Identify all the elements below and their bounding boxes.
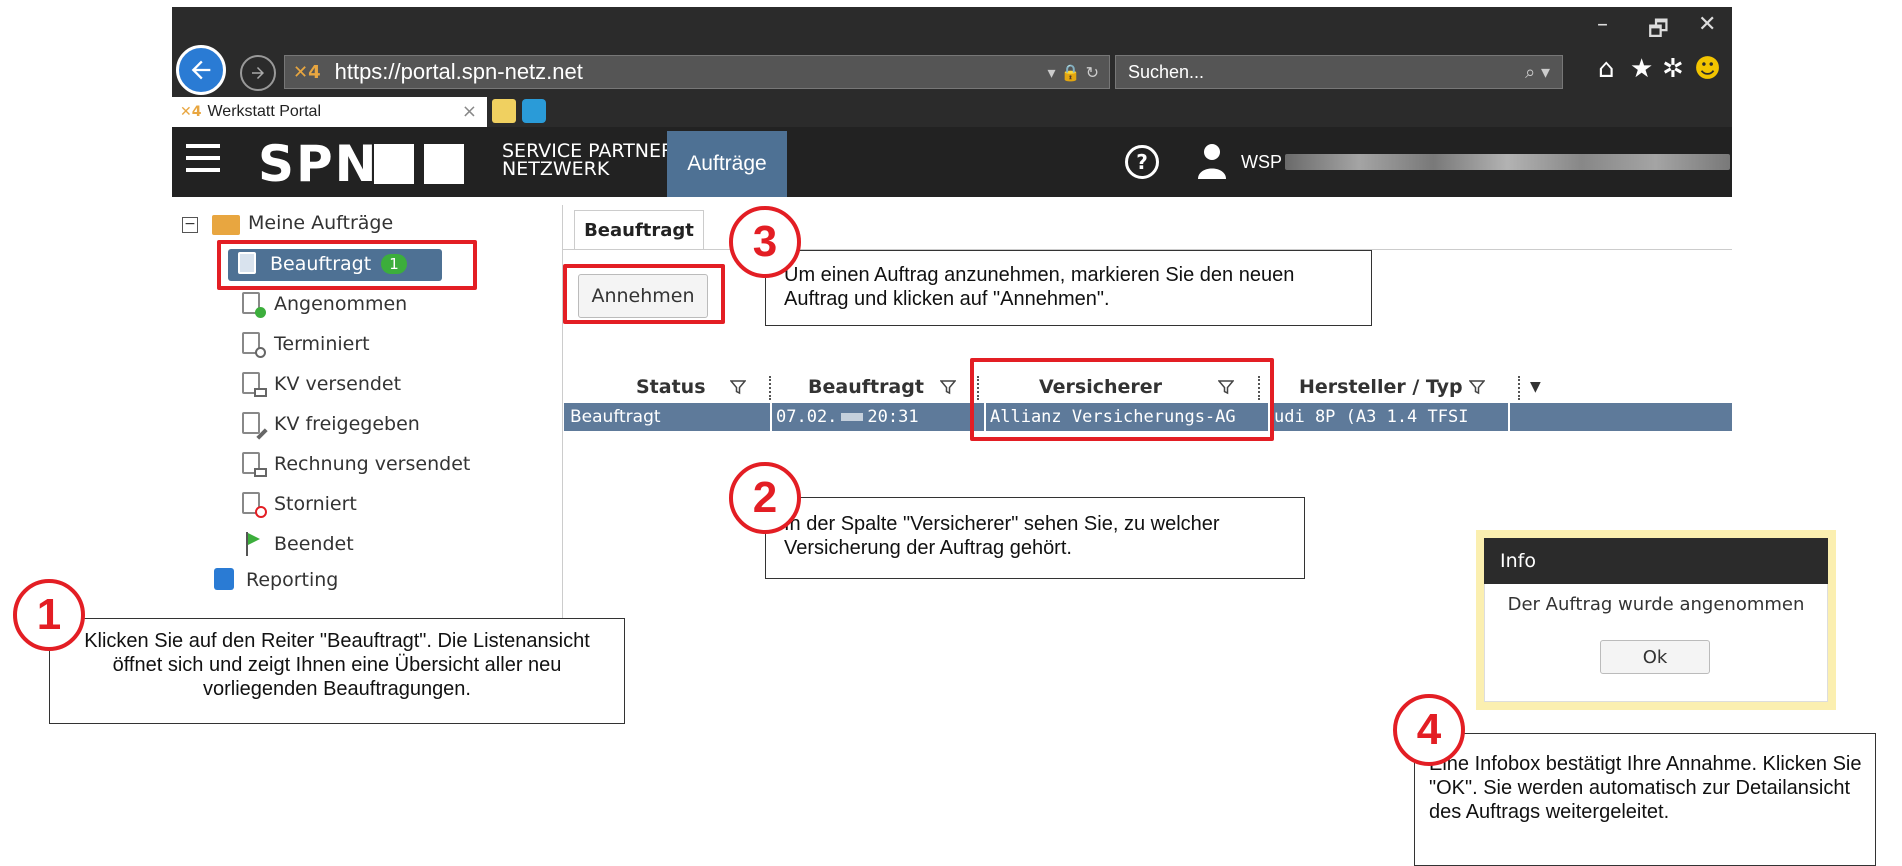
redacted-date bbox=[841, 413, 864, 421]
column-header-hersteller-typ[interactable]: Hersteller / Typ bbox=[1299, 372, 1485, 402]
cell-empty bbox=[1508, 403, 1732, 431]
arrow-right-icon bbox=[252, 67, 264, 79]
book-icon bbox=[214, 568, 236, 592]
cell-status: Beauftragt bbox=[570, 407, 661, 427]
column-header-status[interactable]: Status bbox=[636, 372, 746, 402]
filter-icon[interactable] bbox=[729, 379, 746, 395]
dialog-title: Info bbox=[1484, 538, 1828, 584]
annotation-step3: Um einen Auftrag anzunehmen, markieren S… bbox=[765, 250, 1372, 326]
column-header-label: Hersteller / Typ bbox=[1299, 376, 1463, 398]
back-button[interactable] bbox=[176, 45, 226, 95]
arrow-left-icon bbox=[191, 60, 211, 80]
settings-gear-icon[interactable]: ✲ bbox=[1662, 54, 1684, 84]
ok-button[interactable]: Ok bbox=[1600, 640, 1710, 674]
document-mail-icon bbox=[242, 372, 267, 397]
hamburger-menu-icon[interactable] bbox=[186, 144, 220, 174]
tab-beauftragt[interactable]: Beauftragt bbox=[574, 210, 704, 250]
browser-tab-werkstatt-portal[interactable]: ✕4 Werkstatt Portal × bbox=[172, 97, 487, 127]
search-input[interactable]: Suchen... ⌕ ▾ bbox=[1115, 55, 1563, 89]
logo-square bbox=[424, 144, 464, 184]
logo-sub-line2: NETZWERK bbox=[502, 158, 610, 180]
tab-title: Werkstatt Portal bbox=[207, 103, 321, 120]
sidebar-item-label: Terminiert bbox=[274, 333, 370, 355]
step-number-3: 3 bbox=[729, 206, 801, 278]
sidebar-item-label: Rechnung versendet bbox=[274, 453, 471, 475]
sidebar-item-terminiert[interactable]: Terminiert bbox=[242, 332, 370, 358]
sidebar-item-kv-versendet[interactable]: KV versendet bbox=[242, 372, 402, 397]
redacted-user-info bbox=[1285, 154, 1730, 170]
nav-auftraege[interactable]: Aufträge bbox=[667, 131, 787, 197]
column-menu-chevron-down-icon[interactable]: ▼ bbox=[1530, 372, 1541, 402]
new-tab-button[interactable] bbox=[492, 99, 516, 123]
logo-text: SPN bbox=[258, 135, 379, 193]
filter-icon[interactable] bbox=[1468, 379, 1485, 395]
column-separator[interactable] bbox=[1518, 376, 1520, 400]
annotation-step4: Eine Infobox bestätigt Ihre Annahme. Kli… bbox=[1414, 733, 1876, 866]
user-icon[interactable] bbox=[1197, 143, 1227, 179]
flag-icon bbox=[242, 532, 264, 556]
document-mail-icon bbox=[242, 452, 267, 477]
column-header-beauftragt[interactable]: Beauftragt bbox=[808, 372, 956, 402]
step-number-4: 4 bbox=[1393, 694, 1465, 766]
sidebar-item-kv-freigegeben[interactable]: KV freigegeben bbox=[242, 412, 420, 440]
cell-hersteller-typ: udi 8P (A3 1.4 TFSI bbox=[1268, 403, 1508, 431]
tree-root-label: Meine Aufträge bbox=[248, 212, 394, 234]
highlight-beauftragt bbox=[217, 240, 477, 290]
sidebar-item-beendet[interactable]: Beendet bbox=[242, 532, 354, 556]
cell-beauftragt: 07.02. 20:31 bbox=[770, 403, 968, 431]
url-text: https://portal.spn-netz.net bbox=[334, 59, 583, 84]
sidebar-item-storniert[interactable]: Storniert bbox=[242, 492, 357, 518]
sidebar-item-label: Angenommen bbox=[274, 293, 408, 315]
address-bar[interactable]: ✕4 https://portal.spn-netz.net ▾ 🔒 ↻ bbox=[284, 55, 1110, 89]
logo-subtitle: SERVICE PARTNER NETZWERK bbox=[502, 142, 674, 180]
smiley-feedback-icon[interactable]: ☻ bbox=[1694, 54, 1721, 84]
document-check-icon bbox=[242, 292, 266, 318]
tree-item-reporting[interactable]: Reporting bbox=[214, 568, 338, 592]
step-number-1: 1 bbox=[13, 579, 85, 651]
cell-date: 07.02. bbox=[776, 407, 838, 427]
column-header-label: Status bbox=[636, 376, 706, 398]
annotation-step1: Klicken Sie auf den Reiter "Beauftragt".… bbox=[49, 618, 625, 724]
logo-square bbox=[374, 144, 414, 184]
filter-icon[interactable] bbox=[939, 379, 956, 395]
document-edit-icon bbox=[242, 412, 268, 440]
home-icon[interactable]: ⌂ bbox=[1598, 54, 1615, 84]
tab-close-icon[interactable]: × bbox=[462, 101, 477, 122]
step-number-2: 2 bbox=[729, 462, 801, 534]
favorites-star-icon[interactable]: ★ bbox=[1630, 54, 1653, 84]
document-cancel-icon bbox=[242, 492, 267, 518]
user-name[interactable]: WSP bbox=[1241, 152, 1282, 173]
document-clock-icon bbox=[242, 332, 266, 358]
tree-item-label: Reporting bbox=[246, 569, 339, 591]
search-icon: ⌕ ▾ bbox=[1525, 61, 1550, 83]
close-button[interactable]: ✕ bbox=[1698, 12, 1716, 37]
sidebar-item-label: Storniert bbox=[274, 493, 357, 515]
sidebar-item-label: KV versendet bbox=[274, 373, 402, 395]
edge-icon[interactable] bbox=[522, 99, 546, 123]
highlight-versicherer bbox=[970, 358, 1274, 441]
sidebar-item-label: KV freigegeben bbox=[274, 413, 420, 435]
annotation-step2: In der Spalte "Versicherer" sehen Sie, z… bbox=[765, 497, 1305, 579]
folder-icon bbox=[212, 215, 240, 235]
help-icon[interactable]: ? bbox=[1125, 145, 1159, 179]
search-placeholder: Suchen... bbox=[1128, 61, 1205, 82]
restore-button[interactable]: 🗗 bbox=[1648, 12, 1669, 50]
collapse-toggle-icon[interactable]: − bbox=[182, 217, 198, 233]
minimize-button[interactable]: – bbox=[1597, 12, 1608, 37]
address-bar-icons: ▾ 🔒 ↻ bbox=[1047, 62, 1099, 82]
site-favicon-icon: ✕4 bbox=[293, 61, 321, 83]
sidebar-item-angenommen[interactable]: Angenommen bbox=[242, 292, 408, 318]
column-header-label: Beauftragt bbox=[808, 376, 924, 398]
cell-time: 20:31 bbox=[867, 407, 919, 427]
column-separator[interactable] bbox=[769, 376, 771, 400]
sidebar-item-label: Beendet bbox=[274, 533, 354, 555]
sidebar-item-rechnung-versendet[interactable]: Rechnung versendet bbox=[242, 452, 471, 477]
tab-favicon-icon: ✕4 bbox=[180, 104, 202, 120]
highlight-annehmen bbox=[563, 264, 725, 324]
forward-button[interactable] bbox=[240, 55, 276, 91]
tree-root-meine-auftraege[interactable]: Meine Aufträge bbox=[248, 212, 393, 234]
dialog-message: Der Auftrag wurde angenommen bbox=[1507, 594, 1805, 615]
